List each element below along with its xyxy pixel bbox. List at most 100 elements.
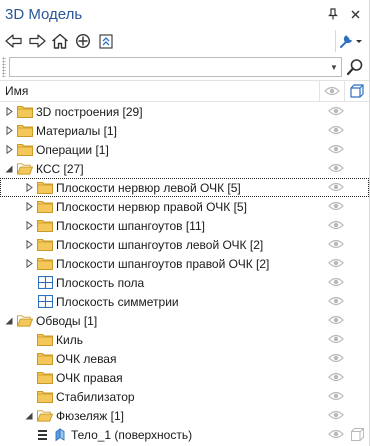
tree-item[interactable]: ОЧК левая <box>0 349 369 368</box>
visibility-eye-icon[interactable] <box>327 237 345 251</box>
visibility-eye-icon[interactable] <box>327 389 345 403</box>
expand-arrow-icon[interactable] <box>4 107 14 117</box>
expand-arrow-icon[interactable] <box>24 202 34 212</box>
expand-arrow-icon[interactable] <box>24 259 34 269</box>
collapse-up-icon[interactable] <box>95 30 117 52</box>
folder-icon <box>37 238 53 252</box>
tree-item-label: ОЧК правая <box>56 370 123 385</box>
visibility-eye-icon[interactable] <box>327 313 345 327</box>
surface-body-icon <box>52 427 68 442</box>
folder-open-icon <box>17 314 33 328</box>
collapse-arrow-icon[interactable] <box>24 411 34 421</box>
tree-item-label: Фюзеляж [1] <box>56 408 124 423</box>
chevron-down-icon[interactable]: ▼ <box>327 63 341 72</box>
visibility-eye-icon[interactable] <box>327 199 345 213</box>
tree-item-label: Стабилизатор <box>56 389 135 404</box>
tree-item[interactable]: Материалы [1] <box>0 121 369 140</box>
toolbar <box>0 28 369 54</box>
search-icon[interactable] <box>344 56 366 78</box>
tree-item[interactable]: Плоскость пола <box>0 273 369 292</box>
tree-item[interactable]: Фюзеляж [1] <box>0 406 369 425</box>
tree-item[interactable]: Плоскости шпангоутов левой ОЧК [2] <box>0 235 369 254</box>
tree-item-label: 3D построения [29] <box>36 104 143 119</box>
expand-arrow-icon[interactable] <box>24 240 34 250</box>
pin-icon[interactable] <box>325 6 341 22</box>
tree-item[interactable]: 3D построения [29] <box>0 102 369 121</box>
search-row: ▼ <box>0 54 369 80</box>
close-icon[interactable] <box>347 6 363 22</box>
tree-item[interactable]: КСС [27] <box>0 159 369 178</box>
visibility-eye-icon[interactable] <box>327 370 345 384</box>
model-tree: 3D построения [29] Материалы [1] Операции … <box>0 102 369 444</box>
tree-item-label: Тело_1 (поверхность) <box>71 427 193 442</box>
expand-arrow-icon[interactable] <box>24 221 34 231</box>
crosshair-target-icon[interactable] <box>72 30 94 52</box>
wrench-settings-icon[interactable] <box>335 30 366 52</box>
tree-item[interactable]: Киль <box>0 330 369 349</box>
tree-item[interactable]: Операции [1] <box>0 140 369 159</box>
forward-icon[interactable] <box>26 30 48 52</box>
tree-item-label: Плоскости шпангоутов левой ОЧК [2] <box>56 237 264 252</box>
expand-arrow-icon[interactable] <box>4 126 14 136</box>
tree-item[interactable]: Плоскость симметрии <box>0 292 369 311</box>
grip-handle[interactable] <box>2 57 6 77</box>
visibility-eye-icon[interactable] <box>327 123 345 137</box>
folder-icon <box>37 219 53 233</box>
visibility-eye-icon[interactable] <box>327 332 345 346</box>
tree-item[interactable]: Плоскости шпангоутов [11] <box>0 216 369 235</box>
visibility-eye-icon[interactable] <box>327 161 345 175</box>
tree-item-label: Материалы [1] <box>36 123 117 138</box>
tree-item[interactable]: Плоскости шпангоутов правой ОЧК [2] <box>0 254 369 273</box>
tree-item-label: Плоскости шпангоутов правой ОЧК [2] <box>56 256 270 271</box>
visibility-eye-icon[interactable] <box>327 351 345 365</box>
cube-column-icon[interactable] <box>344 80 369 102</box>
plane-grid-icon <box>37 276 53 290</box>
visibility-eye-icon[interactable] <box>327 180 345 194</box>
tree-item-label: КСС [27] <box>36 161 84 176</box>
back-icon[interactable] <box>3 30 25 52</box>
tree-item-label: Плоскости нервюр правой ОЧК [5] <box>56 199 247 214</box>
home-icon[interactable] <box>49 30 71 52</box>
tree-item[interactable]: Плоскости нервюр правой ОЧК [5] <box>0 197 369 216</box>
visibility-eye-icon[interactable] <box>327 218 345 232</box>
folder-icon <box>17 105 33 119</box>
cube-icon[interactable] <box>350 427 364 441</box>
search-combobox[interactable]: ▼ <box>9 57 342 77</box>
plane-grid-icon <box>37 295 53 309</box>
visibility-eye-icon[interactable] <box>327 427 345 441</box>
visibility-eye-icon[interactable] <box>327 256 345 270</box>
folder-icon <box>37 333 53 347</box>
visibility-eye-icon[interactable] <box>327 294 345 308</box>
hamburger-menu-icon[interactable] <box>38 429 47 440</box>
visibility-column-eye-icon[interactable] <box>319 80 344 102</box>
collapse-arrow-icon[interactable] <box>4 164 14 174</box>
column-name-header[interactable]: Имя <box>0 84 319 98</box>
panel-title: 3D Модель <box>5 5 83 23</box>
tree-item[interactable]: Тело_1 (поверхность) <box>0 425 369 444</box>
expand-arrow-icon[interactable] <box>4 145 14 155</box>
tree-item-label: Плоскость симметрии <box>56 294 179 309</box>
panel-titlebar: 3D Модель <box>0 0 369 28</box>
folder-icon <box>37 371 53 385</box>
tree-item-label: Обводы [1] <box>36 313 98 328</box>
visibility-eye-icon[interactable] <box>327 275 345 289</box>
tree-item[interactable]: Обводы [1] <box>0 311 369 330</box>
visibility-eye-icon[interactable] <box>327 408 345 422</box>
tree-item[interactable]: Плоскости нервюр левой ОЧК [5] <box>0 178 369 197</box>
tree-item[interactable]: ОЧК правая <box>0 368 369 387</box>
expand-arrow-icon[interactable] <box>24 183 34 193</box>
folder-open-icon <box>37 409 53 423</box>
tree-item-label: ОЧК левая <box>56 351 117 366</box>
search-input[interactable] <box>10 59 327 75</box>
collapse-arrow-icon[interactable] <box>4 316 14 326</box>
folder-icon <box>37 352 53 366</box>
visibility-eye-icon[interactable] <box>327 104 345 118</box>
tree-item[interactable]: Стабилизатор <box>0 387 369 406</box>
folder-icon <box>37 181 53 195</box>
visibility-eye-icon[interactable] <box>327 142 345 156</box>
